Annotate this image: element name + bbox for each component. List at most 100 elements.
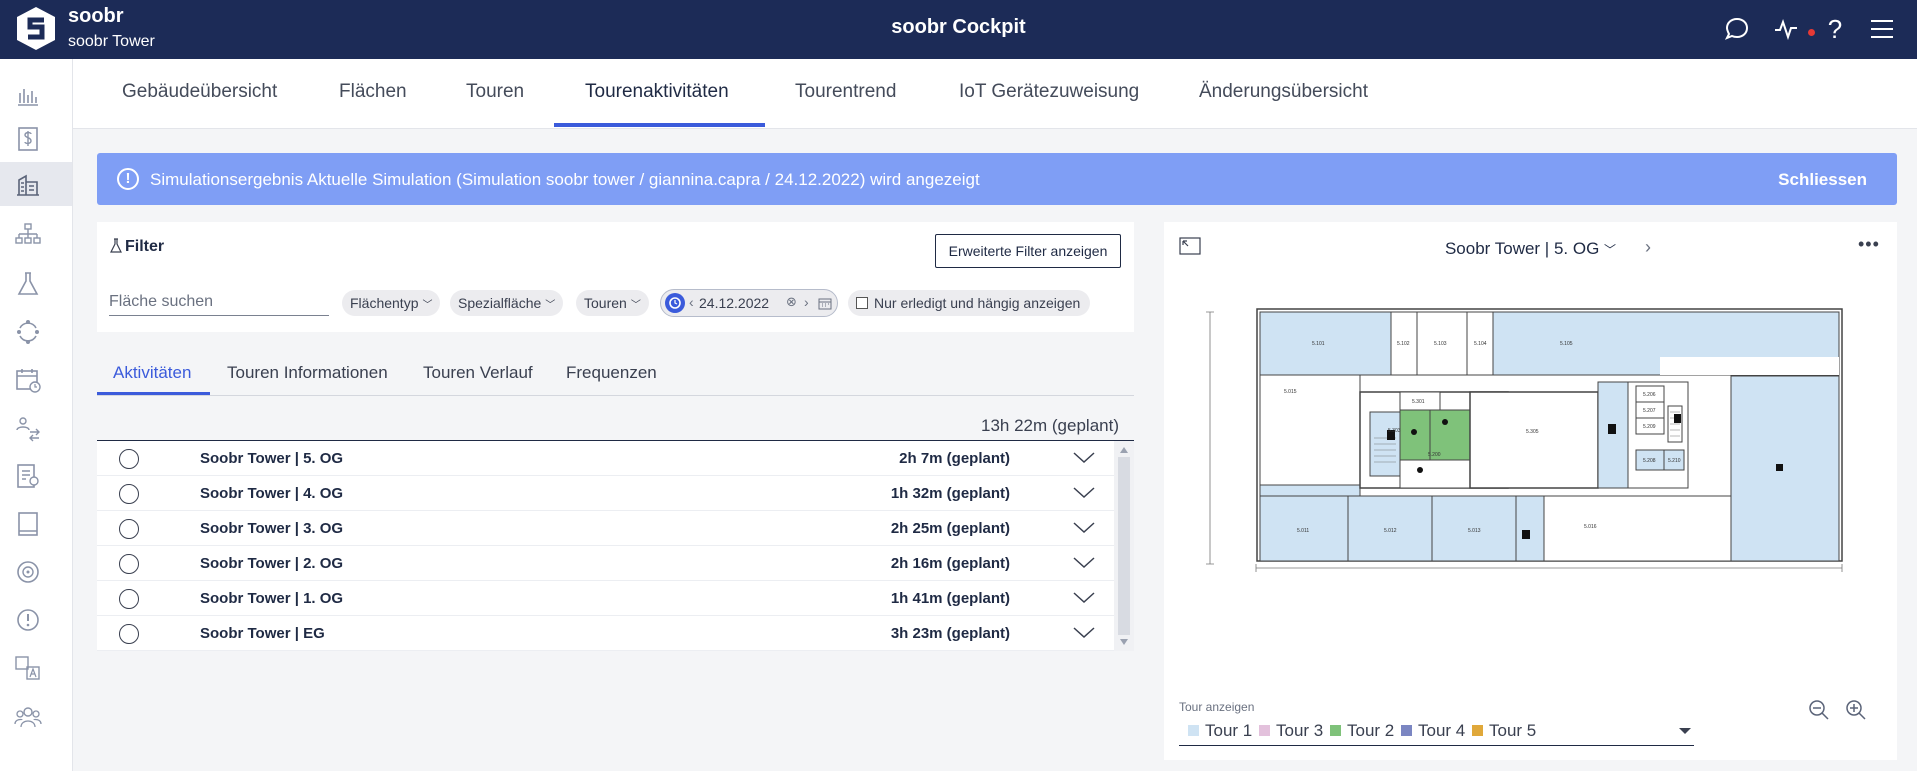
tab-flaechen[interactable]: Flächen: [339, 81, 407, 103]
planned-time: 1h 41m (geplant): [890, 590, 1010, 607]
floor-name: Soobr Tower | 1. OG: [200, 590, 344, 607]
row-radio[interactable]: [119, 484, 139, 504]
list-item[interactable]: Soobr Tower | 1. OG 1h 41m (geplant): [97, 581, 1114, 616]
prev-date-icon[interactable]: ‹: [689, 294, 694, 310]
chevron-down-icon: ﹀: [545, 300, 556, 311]
menu-icon[interactable]: [1867, 14, 1897, 44]
tab-touren-informationen[interactable]: Touren Informationen: [227, 363, 388, 383]
list-scrollbar[interactable]: [1114, 441, 1134, 651]
close-banner-button[interactable]: Schliessen: [1778, 170, 1867, 190]
legend-label: Tour 2: [1347, 721, 1395, 740]
tours-dropdown[interactable]: Touren ﹀: [576, 290, 649, 316]
next-date-icon[interactable]: ›: [804, 294, 809, 310]
cycle-icon[interactable]: [14, 318, 42, 346]
row-radio[interactable]: [119, 449, 139, 469]
room-label: 5.104: [1474, 341, 1487, 347]
legend-label: Tour 3: [1276, 721, 1324, 740]
legend-label: Tour 4: [1418, 721, 1466, 740]
row-radio[interactable]: [119, 589, 139, 609]
legend-tour-3: Tour 3: [1259, 721, 1323, 741]
list-item[interactable]: Soobr Tower | EG 3h 23m (geplant): [97, 616, 1114, 651]
flask-icon[interactable]: [14, 270, 42, 298]
tab-aktivitaeten[interactable]: Aktivitäten: [113, 363, 191, 383]
list-item[interactable]: Soobr Tower | 5. OG 2h 7m (geplant): [97, 441, 1114, 476]
tab-frequenzen[interactable]: Frequenzen: [566, 363, 657, 383]
chevron-down-icon: ﹀: [1604, 243, 1617, 257]
room-label: 5.102: [1397, 341, 1410, 347]
chevron-down-icon[interactable]: [1073, 449, 1095, 465]
clear-date-icon[interactable]: ⊗: [786, 294, 797, 310]
tour-select[interactable]: Tour 1 Tour 3 Tour 2 Tour 4 Tour 5: [1179, 718, 1694, 746]
planned-time: 3h 23m (geplant): [890, 625, 1010, 642]
scroll-thumb[interactable]: [1118, 457, 1130, 635]
chevron-down-icon[interactable]: [1073, 554, 1095, 570]
chevron-down-icon[interactable]: [1073, 624, 1095, 640]
tab-aenderungsuebersicht[interactable]: Änderungsübersicht: [1199, 81, 1368, 103]
tab-gebaeudeuebersicht[interactable]: Gebäudeübersicht: [122, 81, 277, 103]
reset-date-icon[interactable]: [665, 293, 685, 313]
hierarchy-icon[interactable]: [14, 221, 42, 249]
user-swap-icon[interactable]: [14, 414, 42, 442]
list-item[interactable]: Soobr Tower | 3. OG 2h 25m (geplant): [97, 511, 1114, 546]
row-radio[interactable]: [119, 624, 139, 644]
row-radio[interactable]: [119, 519, 139, 539]
bar-chart-icon[interactable]: [14, 81, 42, 109]
list-item[interactable]: Soobr Tower | 4. OG 1h 32m (geplant): [97, 476, 1114, 511]
sub-tabs: Aktivitäten Touren Informationen Touren …: [97, 350, 1134, 396]
dollar-icon[interactable]: [14, 125, 42, 153]
dropdown-arrow-icon[interactable]: [1679, 728, 1691, 734]
more-options-icon[interactable]: •••: [1858, 234, 1880, 255]
legend-tour-2: Tour 2: [1330, 721, 1394, 741]
calendar-clock-icon[interactable]: [14, 366, 42, 394]
done-pending-checkbox[interactable]: [856, 297, 868, 309]
area-type-label: Flächentyp: [350, 295, 419, 311]
row-radio[interactable]: [119, 554, 139, 574]
tab-touren-verlauf[interactable]: Touren Verlauf: [423, 363, 533, 383]
floor-selector[interactable]: Soobr Tower | 5. OG ﹀: [1164, 239, 1897, 259]
soobr-logo[interactable]: [14, 5, 58, 52]
legend-tour-4: Tour 4: [1401, 721, 1465, 741]
scroll-down-icon[interactable]: [1120, 639, 1128, 645]
team-icon[interactable]: [14, 702, 42, 730]
calendar-icon[interactable]: [818, 297, 832, 310]
tab-iot-geraetezuweisung[interactable]: IoT Gerätezuweisung: [959, 81, 1139, 103]
tab-tourentrend[interactable]: Tourentrend: [795, 81, 896, 103]
book-icon[interactable]: [14, 510, 42, 538]
floor-plan[interactable]: 5.101 5.102 5.103 5.104 5.105 5.015 5.30…: [1194, 302, 1874, 572]
building-icon[interactable]: [0, 162, 72, 206]
planned-time: 2h 7m (geplant): [899, 450, 1010, 467]
next-floor-icon[interactable]: ›: [1645, 237, 1651, 258]
area-search-input[interactable]: [109, 288, 329, 316]
area-type-dropdown[interactable]: Flächentyp ﹀: [342, 290, 441, 316]
brand-name: soobr: [68, 5, 124, 27]
zoom-in-icon[interactable]: [1844, 698, 1868, 722]
done-pending-filter[interactable]: Nur erledigt und hängig anzeigen: [848, 290, 1091, 316]
room-label: 5.200: [1428, 452, 1441, 458]
room-label: 5.012: [1384, 528, 1397, 534]
legend-swatch: [1401, 725, 1412, 736]
scroll-up-icon[interactable]: [1120, 447, 1128, 453]
floor-name: Soobr Tower | EG: [200, 625, 325, 642]
room-label: 5.301: [1412, 399, 1425, 405]
target-icon[interactable]: [14, 558, 42, 586]
chevron-down-icon[interactable]: [1073, 589, 1095, 605]
notification-dot: [1808, 29, 1815, 36]
date-picker[interactable]: ‹ 24.12.2022 ⊗ ›: [660, 289, 838, 317]
help-icon[interactable]: ?: [1820, 14, 1850, 44]
tab-tourenaktivitaeten[interactable]: Tourenaktivitäten: [585, 81, 729, 103]
active-subtab-indicator: [97, 392, 210, 395]
list-item[interactable]: Soobr Tower | 2. OG 2h 16m (geplant): [97, 546, 1114, 581]
chat-icon[interactable]: [1722, 14, 1752, 44]
chevron-down-icon[interactable]: [1073, 484, 1095, 500]
extended-filter-button[interactable]: Erweiterte Filter anzeigen: [935, 234, 1121, 268]
zoom-out-icon[interactable]: [1807, 698, 1831, 722]
translate-icon[interactable]: [14, 654, 42, 682]
report-icon[interactable]: [14, 462, 42, 490]
chevron-down-icon[interactable]: [1073, 519, 1095, 535]
tab-touren[interactable]: Touren: [466, 81, 524, 103]
main-tabs: Gebäudeübersicht Flächen Touren Tourenak…: [73, 59, 1917, 129]
info-alert-icon: !: [117, 168, 139, 190]
alert-icon[interactable]: [14, 606, 42, 634]
activity-icon[interactable]: [1771, 14, 1801, 44]
special-area-dropdown[interactable]: Spezialfläche ﹀: [450, 290, 564, 316]
